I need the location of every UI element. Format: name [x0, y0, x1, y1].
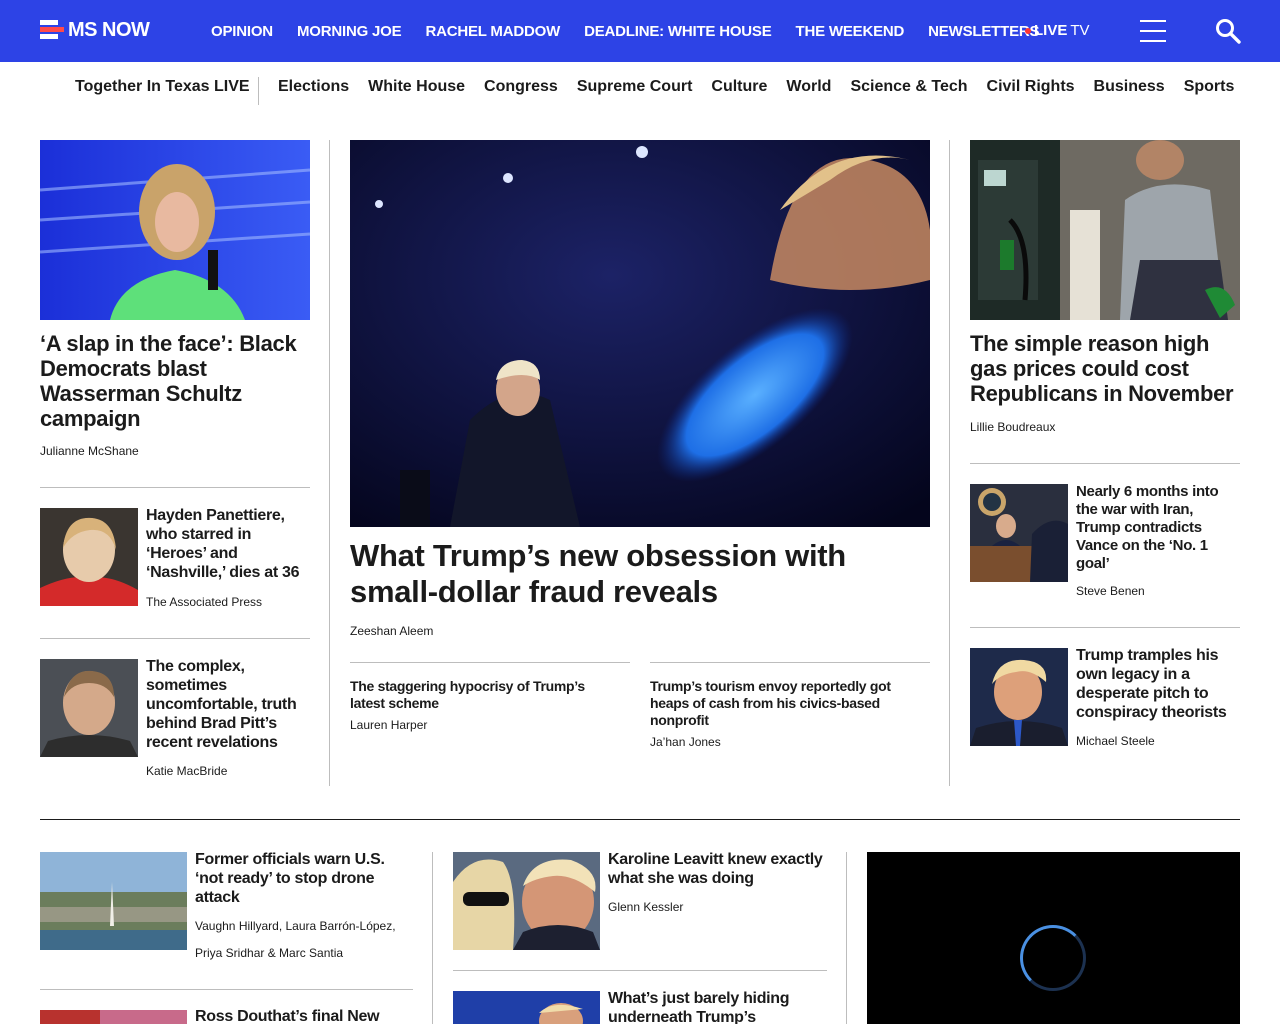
- subnav-item-sports[interactable]: Sports: [1184, 78, 1235, 96]
- subnav-item-business[interactable]: Business: [1094, 78, 1165, 96]
- menu-icon[interactable]: [1140, 20, 1166, 42]
- live-tv-label: TV: [1070, 22, 1090, 39]
- column-divider: [846, 852, 847, 1024]
- left-story-2-headline[interactable]: The complex, sometimes uncomfortable, tr…: [146, 657, 311, 752]
- related-story-1-byline[interactable]: Lauren Harper: [350, 718, 427, 732]
- right-lead-byline[interactable]: Lillie Boudreaux: [970, 420, 1055, 434]
- subnav-item-congress[interactable]: Congress: [484, 78, 558, 96]
- nav-item-morning-joe[interactable]: MORNING JOE: [297, 23, 402, 40]
- subnav-item-civil-rights[interactable]: Civil Rights: [987, 78, 1075, 96]
- left-lead-headline[interactable]: ‘A slap in the face’: Black Democrats bl…: [40, 331, 310, 431]
- bottom-story-2-image[interactable]: [40, 1010, 187, 1024]
- left-lead-image[interactable]: [40, 140, 310, 320]
- bottom-story-4-image[interactable]: [453, 991, 600, 1024]
- divider: [453, 970, 827, 971]
- subnav-item-culture[interactable]: Culture: [711, 78, 767, 96]
- hero-byline[interactable]: Zeeshan Aleem: [350, 624, 433, 638]
- bottom-story-3-headline[interactable]: Karoline Leavitt knew exactly what she w…: [608, 850, 823, 888]
- bottom-story-3-image[interactable]: [453, 852, 600, 950]
- right-story-1-image[interactable]: [970, 484, 1068, 582]
- live-label: LIVE: [1034, 22, 1068, 39]
- subnav-item-white-house[interactable]: White House: [368, 78, 465, 96]
- nav-item-rachel-maddow[interactable]: RACHEL MADDOW: [425, 23, 560, 40]
- divider: [40, 487, 310, 488]
- video-player[interactable]: [867, 852, 1240, 1024]
- live-tv-link[interactable]: LIVE TV: [1025, 22, 1090, 39]
- logo-mark-icon: [40, 20, 64, 40]
- subnav-featured-link[interactable]: Together In Texas LIVE: [75, 78, 250, 96]
- related-story-2-byline[interactable]: Ja’han Jones: [650, 735, 721, 749]
- search-icon[interactable]: [1215, 18, 1241, 44]
- top-navigation-bar: MS NOW OPINION MORNING JOE RACHEL MADDOW…: [0, 0, 1280, 62]
- right-lead-image[interactable]: [970, 140, 1240, 320]
- right-story-2-image[interactable]: [970, 648, 1068, 746]
- right-story-1-byline[interactable]: Steve Benen: [1076, 584, 1145, 598]
- related-story-2-headline[interactable]: Trump’s tourism envoy reportedly got hea…: [650, 678, 920, 729]
- right-story-1-headline[interactable]: Nearly 6 months into the war with Iran, …: [1076, 483, 1236, 573]
- hero-headline[interactable]: What Trump’s new obsession with small-do…: [350, 538, 930, 610]
- left-lead-byline[interactable]: Julianne McShane: [40, 444, 139, 458]
- bottom-story-4-headline[interactable]: What’s just barely hiding underneath Tru…: [608, 989, 823, 1024]
- subnav-item-supreme-court[interactable]: Supreme Court: [577, 78, 693, 96]
- left-story-2-image[interactable]: [40, 659, 138, 757]
- site-logo[interactable]: MS NOW: [40, 18, 150, 42]
- bottom-story-1-image[interactable]: [40, 852, 187, 950]
- right-story-2-byline[interactable]: Michael Steele: [1076, 734, 1155, 748]
- column-divider: [329, 140, 330, 786]
- live-dot-icon: [1025, 27, 1031, 34]
- column-divider: [949, 140, 950, 786]
- logo-text: MS NOW: [68, 18, 150, 41]
- left-story-1-byline[interactable]: The Associated Press: [146, 595, 262, 609]
- divider: [40, 989, 413, 990]
- bottom-story-1-byline-line-1[interactable]: Vaughn Hillyard, Laura Barrón-López,: [195, 919, 396, 933]
- subnav-divider: [258, 77, 259, 105]
- left-story-2-byline[interactable]: Katie MacBride: [146, 764, 227, 778]
- right-story-2-headline[interactable]: Trump tramples his own legacy in a despe…: [1076, 646, 1241, 722]
- nav-item-the-weekend[interactable]: THE WEEKEND: [796, 23, 905, 40]
- section-nav: Together In Texas LIVE Elections White H…: [0, 62, 1280, 118]
- divider: [650, 662, 930, 663]
- main-nav: OPINION MORNING JOE RACHEL MADDOW DEADLI…: [211, 0, 1040, 62]
- bottom-story-3-byline[interactable]: Glenn Kessler: [608, 900, 683, 914]
- bottom-story-2-headline[interactable]: Ross Douthat’s final New: [195, 1007, 400, 1024]
- subnav-item-world[interactable]: World: [786, 78, 831, 96]
- divider: [970, 627, 1240, 628]
- divider: [970, 463, 1240, 464]
- loading-spinner-icon: [1020, 925, 1086, 991]
- subnav-item-science-tech[interactable]: Science & Tech: [850, 78, 967, 96]
- nav-item-deadline-white-house[interactable]: DEADLINE: WHITE HOUSE: [584, 23, 772, 40]
- subnav-item-elections[interactable]: Elections: [278, 78, 349, 96]
- related-story-1-headline[interactable]: The staggering hypocrisy of Trump’s late…: [350, 678, 620, 712]
- hero-image[interactable]: [350, 140, 930, 527]
- column-divider: [432, 852, 433, 1024]
- nav-item-opinion[interactable]: OPINION: [211, 23, 273, 40]
- left-story-1-headline[interactable]: Hayden Panettiere, who starred in ‘Heroe…: [146, 506, 311, 582]
- divider: [350, 662, 630, 663]
- nav-item-newsletters[interactable]: NEWSLETTERS: [928, 23, 1039, 40]
- section-divider: [40, 819, 1240, 820]
- subnav-items: Elections White House Congress Supreme C…: [278, 78, 1234, 96]
- left-story-1-image[interactable]: [40, 508, 138, 606]
- bottom-story-1-byline-line-2[interactable]: Priya Sridhar & Marc Santia: [195, 946, 343, 960]
- divider: [40, 638, 310, 639]
- bottom-story-1-headline[interactable]: Former officials warn U.S. ‘not ready’ t…: [195, 850, 400, 907]
- right-lead-headline[interactable]: The simple reason high gas prices could …: [970, 331, 1240, 406]
